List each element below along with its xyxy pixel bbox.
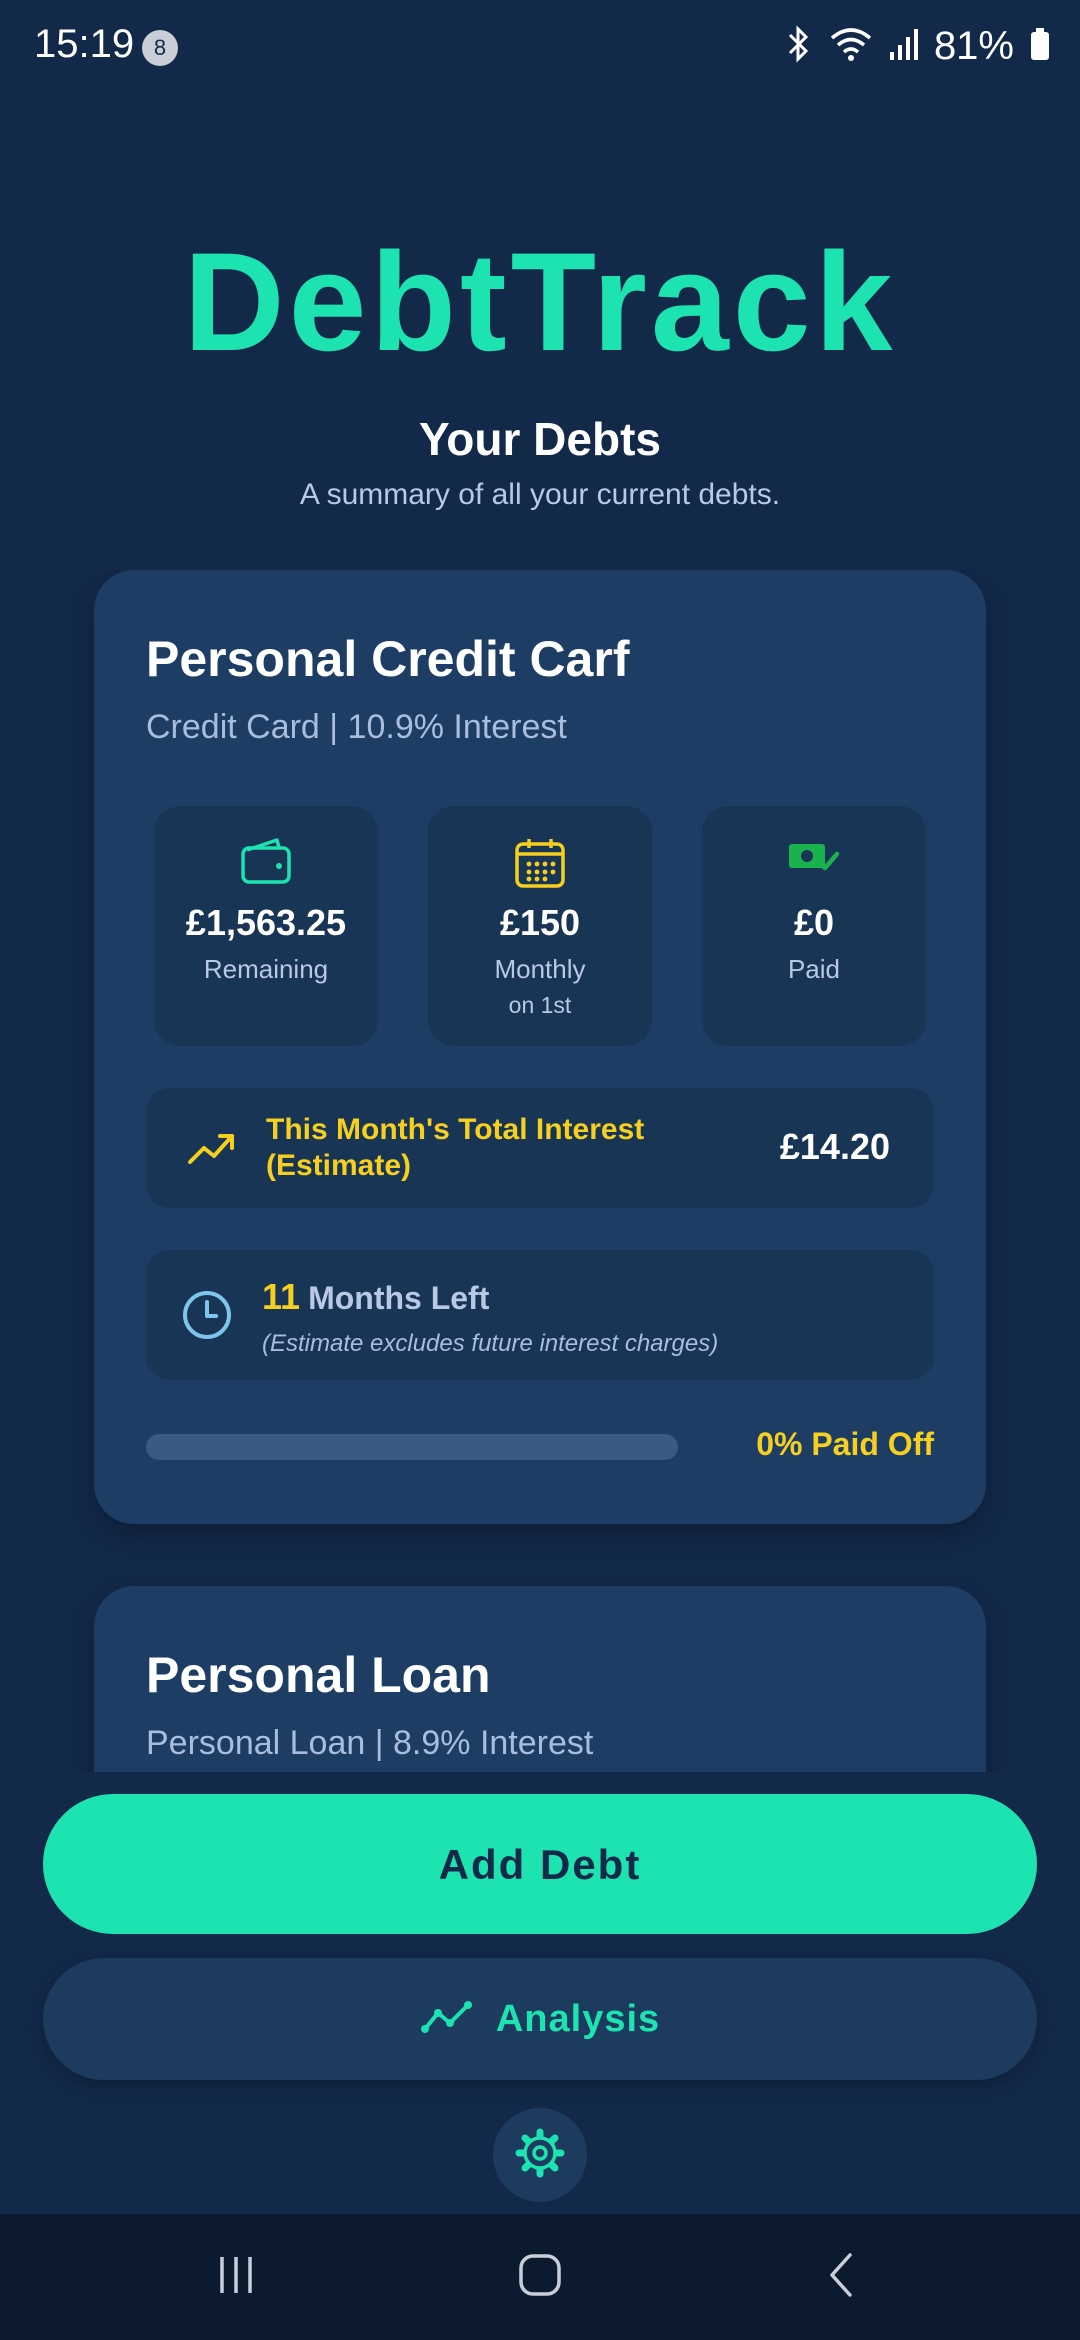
status-time: 15:19	[34, 22, 135, 66]
status-bar: 15:19 8 81%	[0, 0, 1080, 100]
monthly-interest-value: £14.20	[779, 1126, 890, 1167]
remaining-value: £1,563.25	[185, 902, 347, 943]
monthly-value: £150	[499, 902, 581, 943]
monthly-label: Monthly	[494, 954, 586, 984]
months-left-number: 11	[262, 1276, 301, 1317]
app-title: DebtTrack	[183, 223, 897, 380]
debt-card[interactable]: Personal Loan Personal Loan | 8.9% Inter…	[94, 1586, 986, 1772]
add-debt-button[interactable]: Add Debt	[43, 1794, 1037, 1934]
monthly-interest-panel: This Month's Total Interest (Estimate) £…	[146, 1088, 934, 1208]
payoff-progress-bar	[146, 1434, 678, 1460]
months-left-label: Months Left	[308, 1280, 490, 1316]
battery-percentage: 81%	[933, 23, 1014, 68]
payoff-progress-label: 0% Paid Off	[756, 1426, 934, 1462]
section-subtitle: A summary of all your current debts.	[299, 478, 781, 511]
home-button[interactable]	[470, 2214, 610, 2340]
remaining-stat: £1,563.25 Remaining	[154, 806, 378, 1046]
recent-apps-icon	[214, 2253, 258, 2302]
battery-icon	[1028, 24, 1052, 69]
paid-value: £0	[793, 902, 835, 943]
monthly-stat: £150 Monthly on 1st	[428, 806, 652, 1046]
signal-icon	[888, 24, 920, 69]
recent-apps-button[interactable]	[166, 2214, 306, 2340]
calendar-icon	[428, 836, 652, 888]
paid-stat: £0 Paid	[702, 806, 926, 1046]
debt-name: Personal Credit Carf	[146, 631, 630, 687]
trending-up-icon	[186, 1126, 236, 1175]
cash-check-icon	[702, 836, 926, 888]
paid-label: Paid	[787, 954, 841, 984]
system-navigation-bar	[0, 2214, 1080, 2340]
clock-icon	[180, 1288, 234, 1347]
months-left-panel: 11 Months Left (Estimate excludes future …	[146, 1250, 934, 1380]
notification-count-badge: 8	[142, 30, 178, 66]
status-icons: 81%	[784, 22, 1052, 70]
months-left-note: (Estimate excludes future interest charg…	[262, 1330, 719, 1357]
back-button[interactable]	[772, 2214, 912, 2340]
monthly-interest-label: This Month's Total Interest (Estimate)	[266, 1113, 645, 1182]
debt-list[interactable]: Personal Credit Carf Credit Card | 10.9%…	[0, 570, 1080, 1772]
bluetooth-icon	[784, 24, 814, 69]
gear-icon	[513, 2126, 567, 2185]
chart-line-icon	[420, 1999, 474, 2040]
wallet-icon	[154, 836, 378, 888]
home-icon	[516, 2251, 564, 2304]
wifi-icon	[828, 24, 874, 69]
settings-button[interactable]	[493, 2108, 587, 2202]
analysis-button[interactable]: Analysis	[43, 1958, 1037, 2080]
debt-type-interest: Personal Loan | 8.9% Interest	[146, 1724, 594, 1762]
months-left: 11 Months Left	[262, 1276, 489, 1318]
remaining-label: Remaining	[203, 954, 329, 984]
monthly-due-date: on 1st	[508, 992, 572, 1018]
debt-type-interest: Credit Card | 10.9% Interest	[146, 708, 567, 746]
back-chevron-icon	[822, 2251, 862, 2304]
analysis-label: Analysis	[495, 1997, 661, 2040]
debt-name: Personal Loan	[146, 1647, 491, 1703]
section-title: Your Debts	[419, 413, 661, 465]
debt-card[interactable]: Personal Credit Carf Credit Card | 10.9%…	[94, 570, 986, 1524]
